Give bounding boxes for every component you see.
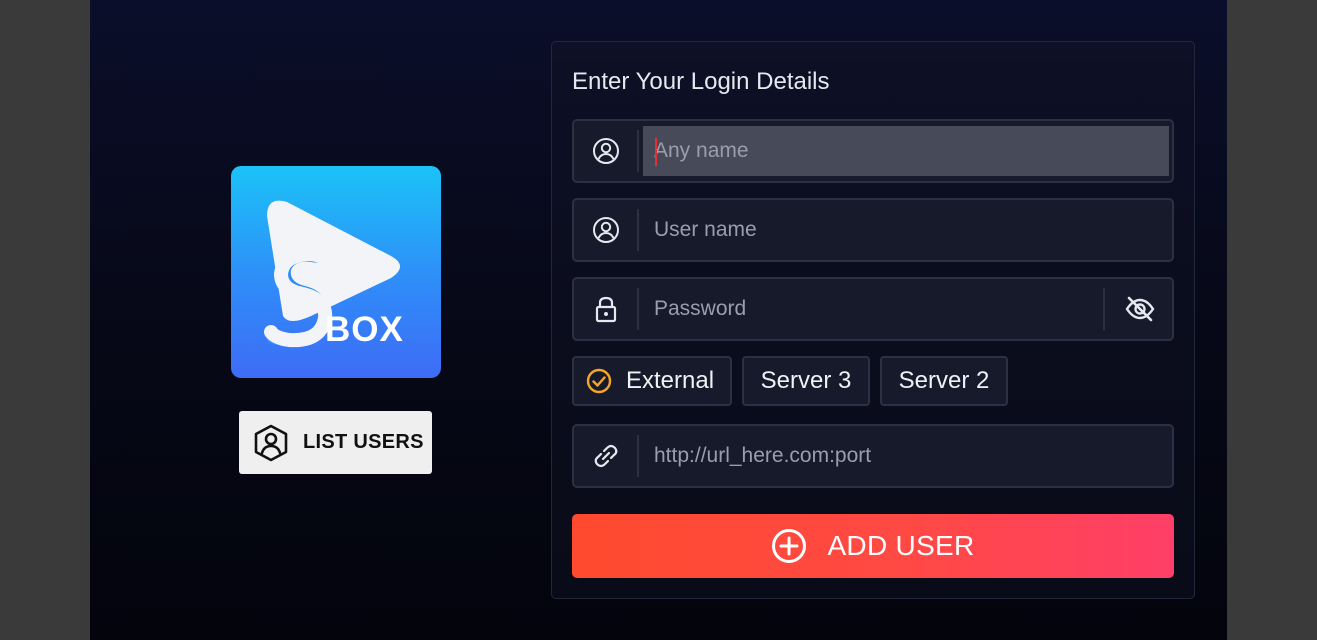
user-name-field	[572, 198, 1174, 262]
server-chip-label: Server 3	[760, 367, 852, 394]
server-chip-external[interactable]: External	[572, 356, 732, 406]
server-chip-server-2[interactable]: Server 2	[880, 356, 1008, 406]
server-chip-label: External	[626, 367, 715, 394]
app-screen: BOX LIST USERS Enter Your Login Details	[90, 0, 1227, 640]
lock-icon	[574, 279, 637, 339]
field-divider	[637, 288, 639, 330]
field-divider	[637, 130, 639, 172]
text-cursor	[655, 138, 657, 166]
any-name-input[interactable]	[643, 126, 1169, 176]
list-users-button[interactable]: LIST USERS	[239, 411, 432, 474]
server-chip-label: Server 2	[898, 367, 990, 394]
check-circle-icon	[586, 368, 612, 394]
plus-circle-icon	[771, 528, 807, 564]
logo-box-text: BOX	[325, 310, 404, 349]
url-input[interactable]	[640, 426, 1170, 486]
server-chip-server-3[interactable]: Server 3	[742, 356, 870, 406]
app-logo: BOX	[231, 166, 441, 378]
user-hexagon-icon	[251, 423, 291, 463]
add-user-button[interactable]: ADD USER	[572, 514, 1174, 578]
any-name-field	[572, 119, 1174, 183]
list-users-label: LIST USERS	[303, 431, 424, 453]
panel-title: Enter Your Login Details	[572, 68, 830, 95]
eye-off-icon[interactable]	[1105, 279, 1174, 339]
user-circle-icon	[574, 121, 637, 181]
link-icon	[574, 426, 637, 486]
add-user-label: ADD USER	[827, 530, 975, 561]
user-circle-icon	[574, 200, 637, 260]
password-input[interactable]	[640, 279, 1102, 339]
url-field	[572, 424, 1174, 488]
user-name-input[interactable]	[640, 200, 1170, 260]
field-divider	[637, 435, 639, 477]
field-divider	[637, 209, 639, 251]
login-panel: Enter Your Login Details Any name User n…	[551, 41, 1195, 599]
password-field	[572, 277, 1174, 341]
